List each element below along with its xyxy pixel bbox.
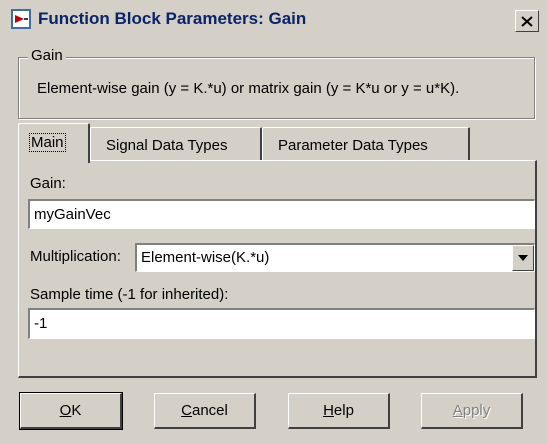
close-button[interactable] [515, 10, 539, 32]
help-button-label: Help [323, 402, 354, 419]
help-button[interactable]: Help [288, 393, 390, 429]
gain-label: Gain: [30, 175, 66, 192]
apply-button-label: Apply [452, 402, 491, 419]
tab-parameter-data-types[interactable]: Parameter Data Types [262, 127, 470, 160]
multiplication-value: Element-wise(K.*u) [141, 249, 270, 266]
tab-signal-data-types-label: Signal Data Types [106, 137, 228, 154]
ok-button[interactable]: OK [19, 392, 123, 430]
ok-button-label: OK [59, 402, 82, 419]
tab-main[interactable]: Main [18, 123, 90, 163]
sample-time-label: Sample time (-1 for inherited): [30, 286, 229, 303]
apply-button[interactable]: Apply [421, 393, 523, 429]
block-description: Element-wise gain (y = K.*u) or matrix g… [37, 80, 460, 97]
tab-parameter-data-types-label: Parameter Data Types [278, 137, 428, 154]
chevron-down-icon [518, 254, 528, 261]
dialog-window: Function Block Parameters: Gain Gain Ele… [0, 0, 547, 444]
gain-input-value: myGainVec [34, 206, 111, 223]
sample-time-input[interactable]: -1 [28, 308, 535, 339]
cancel-button-label: Cancel [181, 402, 228, 419]
close-icon [521, 15, 533, 27]
group-legend: Gain [28, 47, 66, 64]
multiplication-select[interactable]: Element-wise(K.*u) [135, 243, 535, 272]
sample-time-value: -1 [34, 315, 48, 332]
tab-signal-data-types[interactable]: Signal Data Types [90, 127, 262, 160]
multiplication-dropdown-button[interactable] [512, 245, 534, 271]
simulink-block-icon [11, 9, 31, 29]
tab-main-label: Main [29, 133, 66, 152]
multiplication-label: Multiplication: [30, 248, 121, 265]
gain-input[interactable]: myGainVec [28, 199, 535, 229]
window-title: Function Block Parameters: Gain [38, 9, 307, 28]
cancel-button[interactable]: Cancel [154, 393, 256, 429]
title-bar[interactable]: Function Block Parameters: Gain [0, 0, 547, 41]
